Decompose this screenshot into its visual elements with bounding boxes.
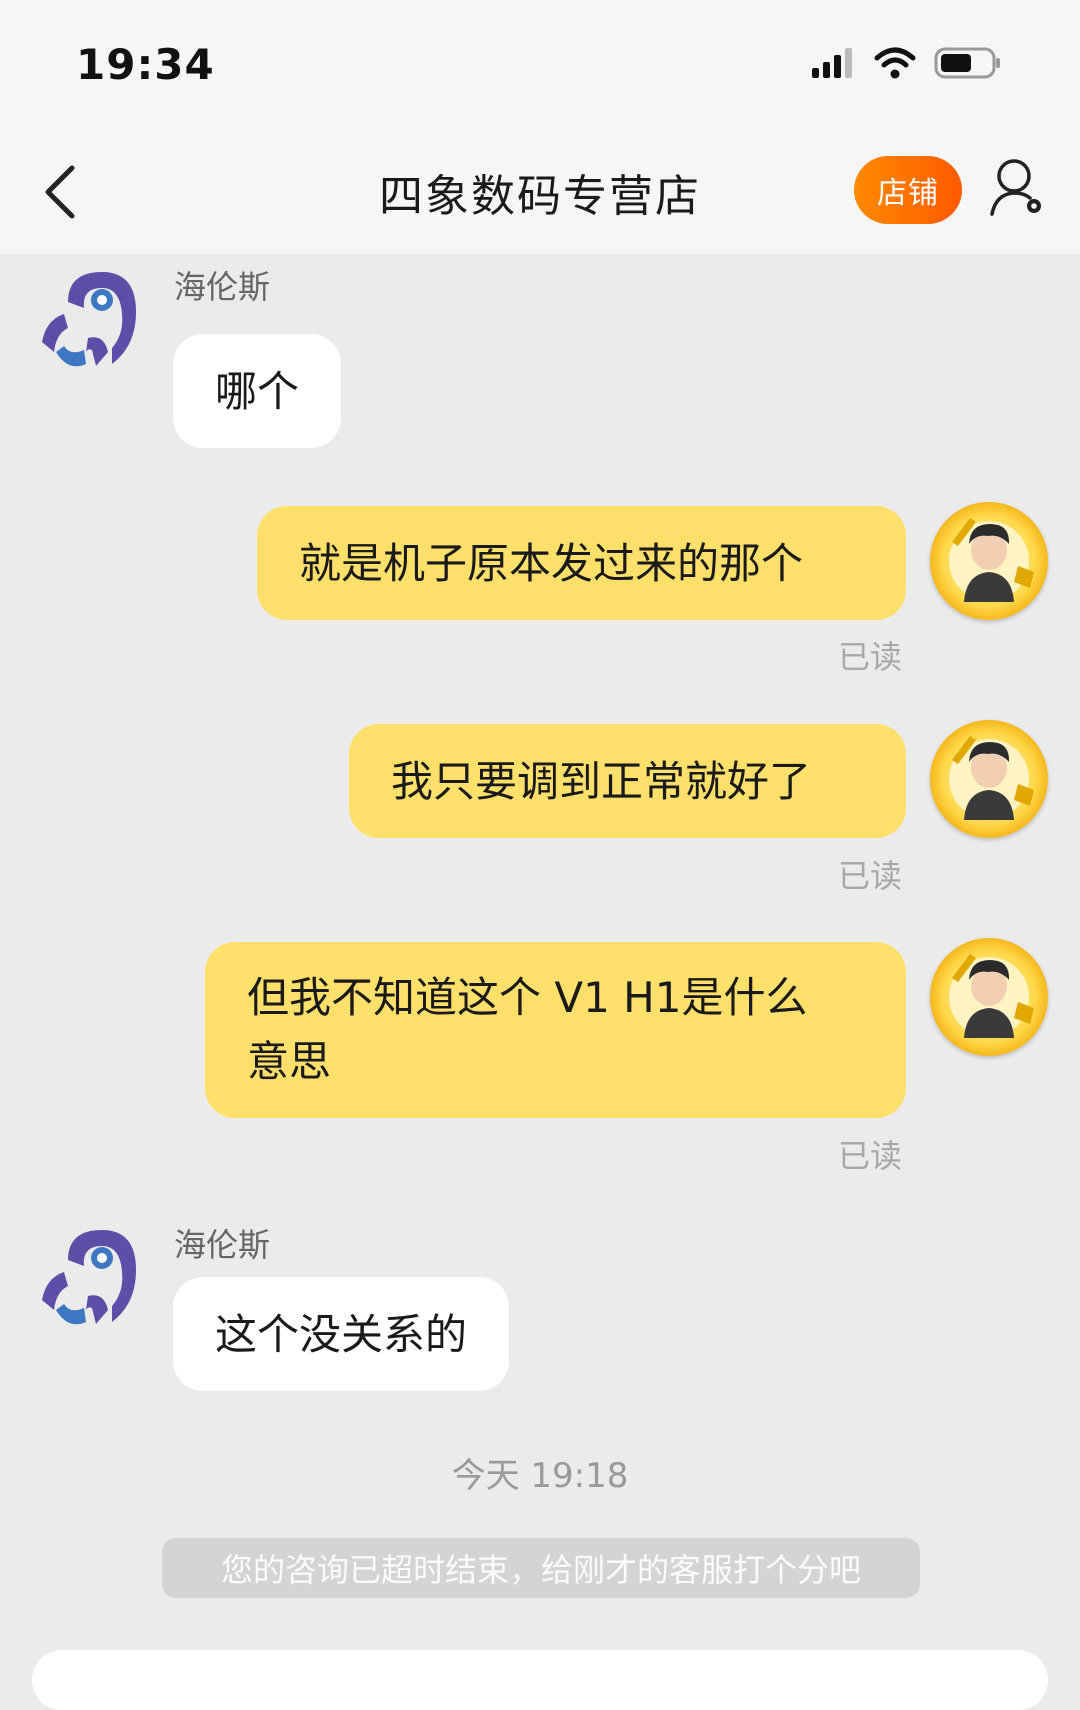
elephant-logo-icon <box>42 1230 136 1325</box>
read-receipt: 已读 <box>838 1137 903 1175</box>
battery-icon <box>934 47 1000 79</box>
shop-button[interactable]: 店铺 <box>854 156 962 224</box>
incoming-message-bubble[interactable]: 这个没关系的 <box>173 1277 510 1391</box>
status-bar: 19:34 <box>0 0 1080 130</box>
user-avatar[interactable] <box>930 938 1048 1056</box>
shop-avatar[interactable] <box>28 264 146 382</box>
read-receipt: 已读 <box>838 638 903 676</box>
outgoing-message-bubble[interactable]: 但我不知道这个 V1 H1是什么意思 <box>205 942 906 1118</box>
system-notice[interactable]: 您的咨询已超时结束，给刚才的客服打个分吧 <box>162 1538 920 1598</box>
shop-avatar[interactable] <box>28 1222 146 1340</box>
outgoing-message-bubble[interactable]: 我只要调到正常就好了 <box>349 724 906 838</box>
status-time: 19:34 <box>76 40 215 89</box>
read-receipt: 已读 <box>838 857 903 895</box>
user-portrait-icon <box>949 736 1034 820</box>
user-avatar[interactable] <box>930 502 1048 620</box>
user-portrait-icon <box>949 954 1034 1038</box>
sender-name: 海伦斯 <box>174 1226 271 1264</box>
incoming-message-bubble[interactable]: 哪个 <box>173 334 342 448</box>
chat-header: 四象数码专营店 店铺 <box>0 130 1080 254</box>
wifi-icon <box>874 47 916 79</box>
cellular-signal-icon <box>812 48 852 78</box>
bottom-card <box>32 1650 1048 1710</box>
user-portrait-icon <box>949 518 1034 602</box>
outgoing-message-bubble[interactable]: 就是机子原本发过来的那个 <box>257 506 906 620</box>
user-avatar[interactable] <box>930 720 1048 838</box>
status-icons <box>812 46 1002 80</box>
elephant-logo-icon <box>42 272 136 367</box>
chat-timestamp: 今天 19:18 <box>451 1456 629 1496</box>
sender-name: 海伦斯 <box>174 268 271 306</box>
user-settings-icon[interactable] <box>988 156 1048 220</box>
